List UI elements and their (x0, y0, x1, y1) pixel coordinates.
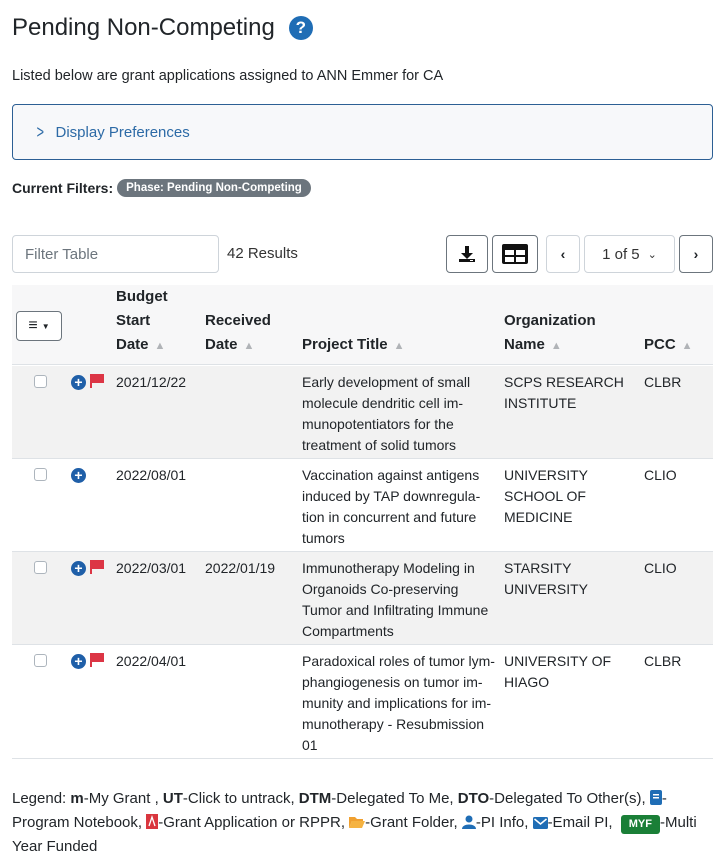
expand-plus-icon[interactable]: + (71, 654, 86, 669)
organization-name: SCPS RESEARCH INSTITUTE (504, 374, 624, 411)
pdf-icon (146, 814, 159, 829)
sort-icon: ▲︎ (154, 340, 166, 352)
organization-name: STARSITY UNIVERSITY (504, 560, 589, 597)
chevron-left-icon: ‹ (560, 246, 566, 262)
row-checkbox[interactable] (34, 561, 47, 574)
sort-icon: ▲ (681, 340, 693, 352)
sort-icon: ▲ (550, 340, 562, 352)
table-row: + 2022/04/01 Paradoxical roles of tumor … (12, 645, 713, 759)
filter-badge: Phase: Pending Non-Competing (117, 179, 311, 197)
column-pcc[interactable]: PCC ▲ (644, 333, 693, 358)
results-count: 42 Results (227, 245, 298, 262)
sort-icon: ▲ (393, 340, 405, 352)
help-icon[interactable]: ? (288, 16, 313, 40)
table-grid-icon (502, 244, 528, 264)
flag-icon (90, 374, 104, 388)
email-icon (532, 817, 548, 829)
budget-start-date: 2022/04/01 (116, 653, 187, 669)
table-layout-button[interactable] (492, 235, 538, 273)
filter-table-input[interactable] (12, 235, 219, 273)
pcc: CLBR (644, 653, 682, 669)
download-button[interactable] (446, 235, 488, 273)
chevron-right-icon: > (36, 121, 44, 142)
pcc: CLIO (644, 467, 677, 483)
column-organization-name[interactable]: Organization Name ▲ (504, 309, 596, 358)
column-menu-button[interactable]: ≡ ▼ (16, 311, 62, 341)
row-checkbox[interactable] (34, 654, 47, 667)
column-budget-start-date[interactable]: Budget Start Date ▲︎ (116, 285, 168, 358)
organization-name: UNIVERSITY SCHOOL OF MEDICINE (504, 467, 589, 525)
pcc: CLBR (644, 374, 682, 390)
chevron-down-icon: ⌄ (647, 248, 657, 261)
budget-start-date: 2021/12/22 (116, 374, 187, 390)
row-checkbox[interactable] (34, 375, 47, 388)
expand-plus-icon[interactable]: + (71, 561, 86, 576)
current-filters-label: Current Filters: (12, 180, 114, 196)
download-icon (459, 246, 475, 262)
expand-plus-icon[interactable]: + (71, 468, 86, 483)
flag-icon (90, 560, 104, 574)
hamburger-icon: ≡ (28, 317, 38, 334)
project-title[interactable]: Paradoxical roles of tumor lym- phangiog… (302, 651, 495, 756)
myf-badge: MYF (620, 815, 660, 834)
column-project-title[interactable]: Project Title ▲ (302, 333, 404, 358)
project-title[interactable]: Immunotherapy Modeling in Organoids Co-p… (302, 558, 488, 642)
row-checkbox[interactable] (34, 468, 47, 481)
table-row: + 2022/08/01 Vaccination against antigen… (12, 459, 713, 552)
page-select-value: 1 of 5 (602, 245, 640, 263)
caret-down-icon: ▼ (41, 321, 50, 331)
notebook-icon (649, 790, 662, 805)
column-received-date[interactable]: Received Date ▲ (205, 309, 271, 358)
expand-plus-icon[interactable]: + (71, 375, 86, 390)
display-preferences-label: Display Preferences (55, 123, 190, 141)
pcc: CLIO (644, 560, 677, 576)
table-row: + 2022/03/01 2022/01/19 Immunotherapy Mo… (12, 552, 713, 645)
project-title[interactable]: Early development of small molecule dend… (302, 372, 470, 456)
page-select[interactable]: 1 of 5 ⌄ (584, 235, 675, 273)
page-title: Pending Non-Competing ? (12, 14, 313, 42)
page-title-text: Pending Non-Competing (12, 14, 275, 41)
organization-name: UNIVERSITY OF HIAGO (504, 653, 612, 690)
person-icon (461, 815, 476, 829)
page-subtitle: Listed below are grant applications assi… (12, 68, 444, 84)
display-preferences-toggle[interactable]: > Display Preferences (12, 104, 713, 160)
previous-page-button[interactable]: ‹ (546, 235, 580, 273)
budget-start-date: 2022/03/01 (116, 560, 187, 576)
current-filters: Current Filters: Phase: Pending Non-Comp… (12, 179, 311, 197)
project-title[interactable]: Vaccination against antigens induced by … (302, 465, 480, 549)
table-header: ≡ ▼ Budget Start Date ▲︎ Received Date ▲ P… (12, 285, 713, 365)
chevron-right-icon: › (693, 246, 699, 262)
next-page-button[interactable]: › (679, 235, 713, 273)
folder-icon (349, 817, 366, 828)
budget-start-date: 2022/08/01 (116, 467, 187, 483)
flag-icon (90, 653, 104, 667)
legend: Legend: m-My Grant , UT-Click to untrack… (12, 790, 697, 855)
sort-icon: ▲ (243, 340, 255, 352)
table-row: + 2021/12/22 Early development of small … (12, 366, 713, 459)
received-date: 2022/01/19 (205, 560, 276, 576)
